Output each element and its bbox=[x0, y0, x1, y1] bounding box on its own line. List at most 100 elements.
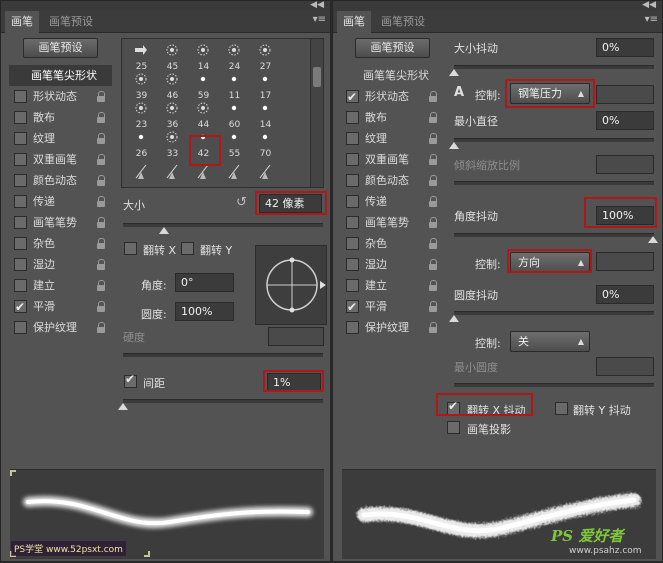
flip-y-jitter-checkbox[interactable] bbox=[555, 402, 568, 415]
angle-field[interactable]: 0° bbox=[175, 273, 234, 292]
tab-brush-presets[interactable]: 画笔预设 bbox=[43, 11, 99, 33]
brush-tip-cell[interactable]: 60 bbox=[218, 100, 251, 130]
sidebar-item-checkbox[interactable] bbox=[346, 87, 359, 108]
sidebar-item[interactable]: 画笔笔势 bbox=[341, 212, 444, 233]
sidebar-item-checkbox[interactable] bbox=[14, 216, 27, 229]
sidebar-item[interactable]: 传递 bbox=[9, 191, 112, 212]
size-slider-thumb[interactable] bbox=[159, 227, 169, 234]
sidebar-item-checkbox[interactable] bbox=[346, 174, 359, 187]
brush-tip-cell[interactable]: 45 bbox=[156, 42, 189, 72]
sidebar-item-checkbox[interactable] bbox=[346, 258, 359, 271]
lock-icon[interactable] bbox=[97, 196, 106, 207]
sidebar-item-checkbox[interactable] bbox=[346, 216, 359, 229]
sidebar-item-checkbox[interactable] bbox=[346, 237, 359, 250]
brush-tip-cell[interactable] bbox=[218, 158, 251, 188]
sidebar-item[interactable]: 纹理 bbox=[341, 128, 444, 149]
sidebar-item[interactable]: 保护纹理 bbox=[341, 317, 444, 338]
lock-icon[interactable] bbox=[429, 154, 438, 165]
brush-tip-cell[interactable] bbox=[249, 158, 282, 188]
brush-tip-cell[interactable]: 70 bbox=[249, 129, 282, 159]
panel-menu-icon[interactable]: ▾≡ bbox=[313, 14, 326, 25]
sidebar-item-checkbox[interactable] bbox=[14, 111, 27, 124]
lock-icon[interactable] bbox=[97, 280, 106, 291]
sidebar-item-checkbox[interactable] bbox=[14, 321, 27, 334]
sidebar-item[interactable]: 双重画笔 bbox=[9, 149, 112, 170]
tab-brush[interactable]: 画笔 bbox=[5, 11, 39, 33]
brush-tip-cell[interactable]: 26 bbox=[125, 129, 158, 159]
lock-icon[interactable] bbox=[429, 196, 438, 207]
lock-icon[interactable] bbox=[97, 91, 106, 102]
brush-tip-cell[interactable]: 39 bbox=[125, 71, 158, 101]
sidebar-item-checkbox[interactable] bbox=[14, 132, 27, 145]
brush-tip-cell[interactable]: 27 bbox=[249, 42, 282, 72]
spacing-checkbox[interactable] bbox=[124, 372, 137, 388]
sidebar-item-checkbox[interactable] bbox=[346, 153, 359, 166]
sidebar-item[interactable]: 纹理 bbox=[9, 128, 112, 149]
spacing-slider[interactable] bbox=[123, 399, 323, 403]
sidebar-item[interactable]: 平滑 bbox=[9, 296, 112, 318]
brush-grid-scrollbar[interactable] bbox=[310, 39, 323, 187]
sidebar-item-checkbox[interactable] bbox=[14, 90, 27, 103]
lock-icon[interactable] bbox=[97, 112, 106, 123]
sidebar-item-brush-tip-shape[interactable]: 画笔笔尖形状 bbox=[9, 65, 112, 86]
brush-tip-cell[interactable]: 33 bbox=[156, 129, 189, 159]
lock-icon[interactable] bbox=[429, 259, 438, 270]
size-jitter-slider-thumb[interactable] bbox=[449, 69, 459, 76]
sidebar-item[interactable]: 杂色 bbox=[9, 233, 112, 254]
min-diameter-field[interactable]: 0% bbox=[596, 111, 654, 130]
sidebar-item[interactable]: 杂色 bbox=[341, 233, 444, 254]
sidebar-item-checkbox[interactable] bbox=[346, 279, 359, 292]
brush-tip-cell[interactable]: 23 bbox=[125, 100, 158, 130]
lock-icon[interactable] bbox=[429, 280, 438, 291]
sidebar-item-checkbox[interactable] bbox=[346, 132, 359, 145]
angle-jitter-slider[interactable] bbox=[454, 233, 654, 237]
size-jitter-field[interactable]: 0% bbox=[596, 38, 654, 57]
control-dropdown-off[interactable]: 关 ▲ bbox=[510, 331, 590, 352]
lock-icon[interactable] bbox=[97, 154, 106, 165]
size-slider[interactable] bbox=[123, 223, 323, 227]
reset-icon[interactable]: ↺ bbox=[236, 195, 247, 210]
lock-icon[interactable] bbox=[97, 238, 106, 249]
roundness-jitter-field[interactable]: 0% bbox=[596, 285, 654, 304]
brush-tip-cell[interactable]: 25 bbox=[125, 42, 158, 72]
sidebar-item-checkbox[interactable] bbox=[346, 297, 359, 318]
flip-x-checkbox[interactable] bbox=[124, 242, 137, 255]
brush-tip-cell[interactable]: 59 bbox=[187, 71, 220, 101]
brush-projection-checkbox[interactable] bbox=[447, 421, 460, 434]
brush-tip-cell[interactable] bbox=[156, 158, 189, 188]
brush-tip-cell[interactable]: 46 bbox=[156, 71, 189, 101]
brush-tip-cell[interactable]: 44 bbox=[187, 100, 220, 130]
brush-tip-cell[interactable]: 14 bbox=[187, 42, 220, 72]
sidebar-item-checkbox[interactable] bbox=[14, 258, 27, 271]
sidebar-item-checkbox[interactable] bbox=[346, 195, 359, 208]
sidebar-item[interactable]: 画笔笔势 bbox=[9, 212, 112, 233]
sidebar-item[interactable]: 保护纹理 bbox=[9, 317, 112, 338]
panel-menu-icon[interactable]: ▾≡ bbox=[645, 14, 658, 25]
roundness-field[interactable]: 100% bbox=[175, 302, 234, 321]
scrollbar-thumb[interactable] bbox=[313, 67, 321, 87]
flip-y-checkbox[interactable] bbox=[181, 242, 194, 255]
lock-icon[interactable] bbox=[97, 217, 106, 228]
sidebar-item[interactable]: 传递 bbox=[341, 191, 444, 212]
collapse-icon[interactable]: ◀◀ bbox=[642, 0, 656, 10]
tab-brush[interactable]: 画笔 bbox=[337, 11, 371, 33]
sidebar-item[interactable]: 双重画笔 bbox=[341, 149, 444, 170]
min-diameter-slider-thumb[interactable] bbox=[449, 142, 459, 149]
sidebar-item[interactable]: 湿边 bbox=[9, 254, 112, 275]
sidebar-item[interactable]: 形状动态 bbox=[9, 86, 112, 107]
lock-icon[interactable] bbox=[429, 238, 438, 249]
min-diameter-slider[interactable] bbox=[454, 138, 654, 142]
sidebar-item-checkbox[interactable] bbox=[14, 237, 27, 250]
roundness-jitter-slider-thumb[interactable] bbox=[449, 315, 459, 322]
brush-tip-cell[interactable]: 17 bbox=[249, 71, 282, 101]
brush-tip-cell[interactable]: 55 bbox=[218, 129, 251, 159]
sidebar-item-checkbox[interactable] bbox=[14, 174, 27, 187]
sidebar-item[interactable]: 形状动态 bbox=[341, 86, 444, 108]
sidebar-item[interactable]: 散布 bbox=[341, 107, 444, 128]
sidebar-item-checkbox[interactable] bbox=[346, 321, 359, 334]
brush-tip-cell[interactable]: 14 bbox=[249, 100, 282, 130]
sidebar-item[interactable]: 散布 bbox=[9, 107, 112, 128]
sidebar-item[interactable]: 建立 bbox=[341, 275, 444, 296]
angle-roundness-widget[interactable] bbox=[255, 245, 327, 325]
lock-icon[interactable] bbox=[429, 112, 438, 123]
